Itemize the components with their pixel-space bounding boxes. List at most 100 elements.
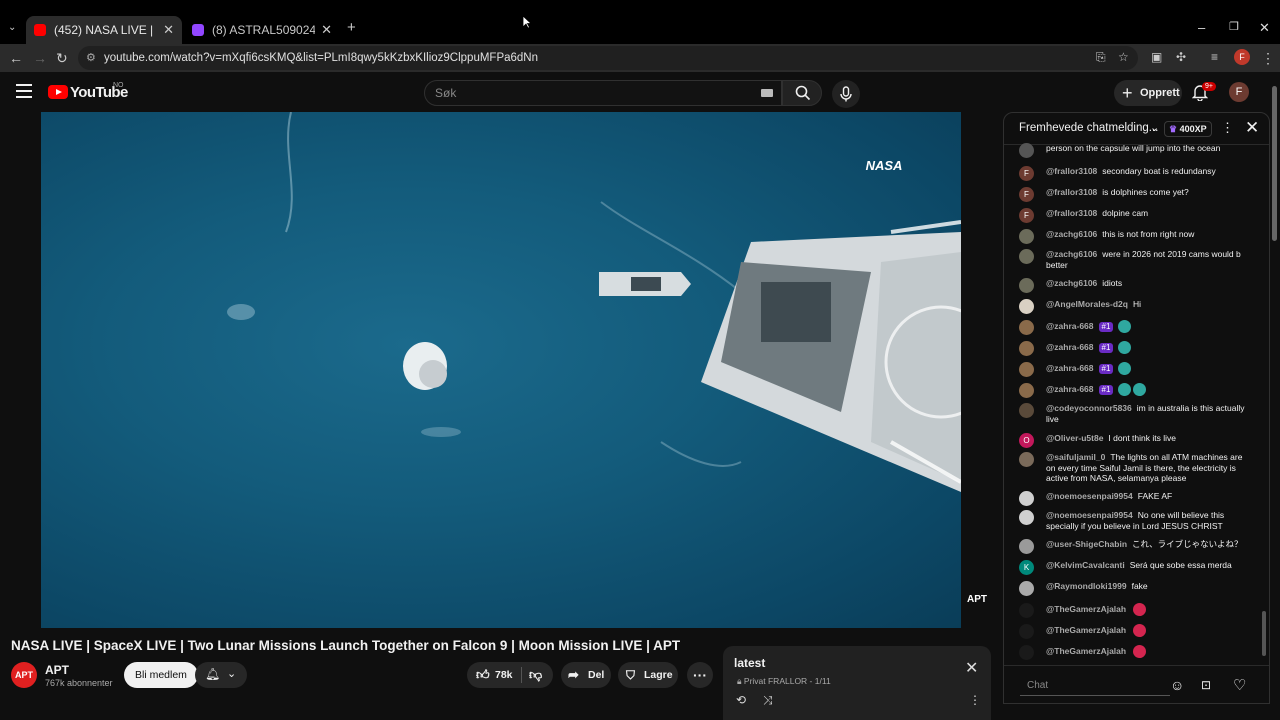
chat-message[interactable]: @saifuljamil_0 The lights on all ATM mach… xyxy=(1019,452,1254,484)
thumbs-down-icon[interactable]: 👎︎ xyxy=(529,662,542,688)
save-button[interactable]: ⛉ Lagre xyxy=(618,662,678,688)
chat-author-avatar[interactable] xyxy=(1019,341,1034,356)
chat-message[interactable]: F @frallor3108 secondary boat is redundans… xyxy=(1019,166,1254,181)
chat-message[interactable]: @zahra-668 #1 xyxy=(1019,320,1254,335)
chat-message[interactable]: F @frallor3108 dolpine cam xyxy=(1019,208,1254,223)
voice-search-button[interactable] xyxy=(832,80,860,108)
chat-message[interactable]: O @Oliver-u5t8e I dont think its live xyxy=(1019,433,1254,448)
search-button[interactable] xyxy=(782,80,822,106)
chevron-down-icon[interactable]: ⌄ xyxy=(1150,121,1159,134)
create-button[interactable]: + Opprett xyxy=(1114,80,1182,106)
chat-author-avatar[interactable]: O xyxy=(1019,433,1034,448)
video-player[interactable] xyxy=(41,112,961,628)
chat-author-avatar[interactable] xyxy=(1019,403,1034,418)
xp-badge[interactable]: ♛ 400XP xyxy=(1164,121,1212,137)
chat-menu-icon[interactable]: ⋮ xyxy=(1221,120,1234,136)
chat-author-avatar[interactable] xyxy=(1019,624,1034,639)
chat-author-avatar[interactable] xyxy=(1019,278,1034,293)
chat-author-name[interactable]: @zahra-668 xyxy=(1046,321,1094,331)
shuffle-icon[interactable]: ⤨ xyxy=(763,693,773,708)
join-button[interactable]: Bli medlem xyxy=(124,662,198,688)
extensions-puzzle-icon[interactable]: ✣ xyxy=(1176,50,1186,64)
chat-author-avatar[interactable] xyxy=(1019,249,1034,264)
search-input[interactable]: Søk xyxy=(424,80,782,106)
chat-message[interactable]: @AngelMorales-d2q Hi xyxy=(1019,299,1254,314)
chat-message[interactable]: @TheGamerzAjalah xyxy=(1019,624,1254,639)
chat-message[interactable]: @noemoesenpai9954 No one will believe thi… xyxy=(1019,510,1254,531)
chat-mode-title[interactable]: Fremhevede chatmelding... xyxy=(1019,122,1158,134)
chat-message[interactable]: @user-ShigeChabin これ、ライブじゃないよね？ xyxy=(1019,539,1254,554)
chat-message[interactable]: @zachg6106 were in 2026 not 2019 cams wou… xyxy=(1019,249,1254,270)
chat-message[interactable]: @zahra-668 #1 xyxy=(1019,362,1254,377)
media-control-icon[interactable]: ≡ xyxy=(1211,50,1218,64)
bookmark-star-icon[interactable]: ☆ xyxy=(1118,50,1129,64)
window-close-icon[interactable]: ✕ xyxy=(1259,20,1270,36)
playlist-title[interactable]: latest xyxy=(734,656,765,670)
chat-author-name[interactable]: @zachg6106 xyxy=(1046,249,1097,259)
chat-message[interactable]: @zahra-668 #1 xyxy=(1019,341,1254,356)
keyboard-icon[interactable] xyxy=(761,89,773,97)
chat-author-avatar[interactable] xyxy=(1019,510,1034,525)
chat-message[interactable]: F @frallor3108 is dolphines come yet? xyxy=(1019,187,1254,202)
account-avatar[interactable]: F xyxy=(1229,82,1249,102)
address-bar[interactable]: ⚙ youtube.com/watch?v=mXqfi6csKMQ&list=P… xyxy=(78,46,1138,70)
chat-author-avatar[interactable]: K xyxy=(1019,560,1034,575)
chat-author-avatar[interactable] xyxy=(1019,539,1034,554)
chat-author-avatar[interactable]: F xyxy=(1019,208,1034,223)
chat-author-avatar[interactable] xyxy=(1019,603,1034,618)
chat-author-name[interactable]: @zahra-668 xyxy=(1046,342,1094,352)
chat-message[interactable]: @zachg6106 idiots xyxy=(1019,278,1254,293)
maximize-icon[interactable]: ❐ xyxy=(1229,20,1239,33)
chat-author-name[interactable]: @TheGamerzAjalah xyxy=(1046,625,1126,635)
chat-author-name[interactable]: @frallor3108 xyxy=(1046,187,1097,197)
chat-author-name[interactable]: @zachg6106 xyxy=(1046,278,1097,288)
chat-author-avatar[interactable] xyxy=(1019,645,1034,660)
channel-name[interactable]: APT xyxy=(45,663,69,677)
playlist-menu-icon[interactable]: ⋮ xyxy=(969,693,981,707)
tab-close-icon[interactable]: ✕ xyxy=(163,22,174,38)
tab-youtube[interactable]: (452) NASA LIVE | SpaceX LI ✕ xyxy=(26,16,182,44)
emoji-icon[interactable]: ☺ xyxy=(1170,677,1184,693)
chat-author-name[interactable]: @Oliver-u5t8e xyxy=(1046,433,1103,443)
chat-message[interactable]: K @KelvimCavalcanti Será que sobe essa mer… xyxy=(1019,560,1254,575)
chat-author-avatar[interactable] xyxy=(1019,143,1034,158)
forward-icon[interactable]: → xyxy=(33,50,47,66)
chat-author-avatar[interactable] xyxy=(1019,299,1034,314)
new-tab-button[interactable]: + xyxy=(347,19,356,36)
chat-message[interactable]: @zachg6106 this is not from right now xyxy=(1019,229,1254,244)
channel-avatar[interactable]: APT xyxy=(11,662,37,688)
profile-avatar[interactable]: F xyxy=(1234,49,1250,65)
chat-author-name[interactable]: @codeyoconnor5836 xyxy=(1046,403,1132,413)
more-actions-button[interactable]: ··· xyxy=(687,662,713,688)
site-info-icon[interactable]: ⚙ xyxy=(86,46,96,70)
chat-message[interactable]: @Raymondloki1999 fake xyxy=(1019,581,1254,596)
chat-author-name[interactable]: @zahra-668 xyxy=(1046,363,1094,373)
chat-message[interactable]: @TheGamerzAjalah xyxy=(1019,603,1254,618)
chat-message[interactable]: person on the capsule will jump into the… xyxy=(1019,143,1254,158)
chat-author-name[interactable]: @zachg6106 xyxy=(1046,229,1097,239)
install-app-icon[interactable]: ⎘ xyxy=(1096,50,1106,65)
chat-author-name[interactable]: @frallor3108 xyxy=(1046,208,1097,218)
extension-icon[interactable]: ▣ xyxy=(1151,50,1162,64)
playlist-close-icon[interactable]: ✕ xyxy=(965,658,978,678)
chat-input[interactable]: Chat xyxy=(1020,676,1170,696)
page-scrollbar[interactable] xyxy=(1272,86,1277,241)
chat-author-avatar[interactable] xyxy=(1019,452,1034,467)
subscription-bell-button[interactable]: 🔔︎ ⌄ xyxy=(195,662,247,688)
tab-twitch[interactable]: (8) ASTRAL5090247 - Twitch ✕ xyxy=(184,16,340,44)
chat-scrollbar[interactable] xyxy=(1262,611,1266,656)
chat-author-name[interactable]: @noemoesenpai9954 xyxy=(1046,491,1133,501)
chat-author-avatar[interactable] xyxy=(1019,581,1034,596)
minimize-icon[interactable]: – xyxy=(1198,20,1205,35)
youtube-logo-icon[interactable] xyxy=(48,85,68,99)
chat-author-name[interactable]: @frallor3108 xyxy=(1046,166,1097,176)
back-icon[interactable]: ← xyxy=(9,50,23,66)
loop-icon[interactable]: ⟲ xyxy=(736,693,746,707)
chat-author-avatar[interactable]: F xyxy=(1019,187,1034,202)
chat-author-name[interactable]: @TheGamerzAjalah xyxy=(1046,604,1126,614)
tab-search-icon[interactable]: ⌄ xyxy=(8,22,16,33)
chat-message[interactable]: @codeyoconnor5836 im in australia is this… xyxy=(1019,403,1254,424)
chat-author-avatar[interactable]: F xyxy=(1019,166,1034,181)
chat-author-name[interactable]: @saifuljamil_0 xyxy=(1046,452,1105,462)
chat-author-name[interactable]: @AngelMorales-d2q xyxy=(1046,299,1128,309)
